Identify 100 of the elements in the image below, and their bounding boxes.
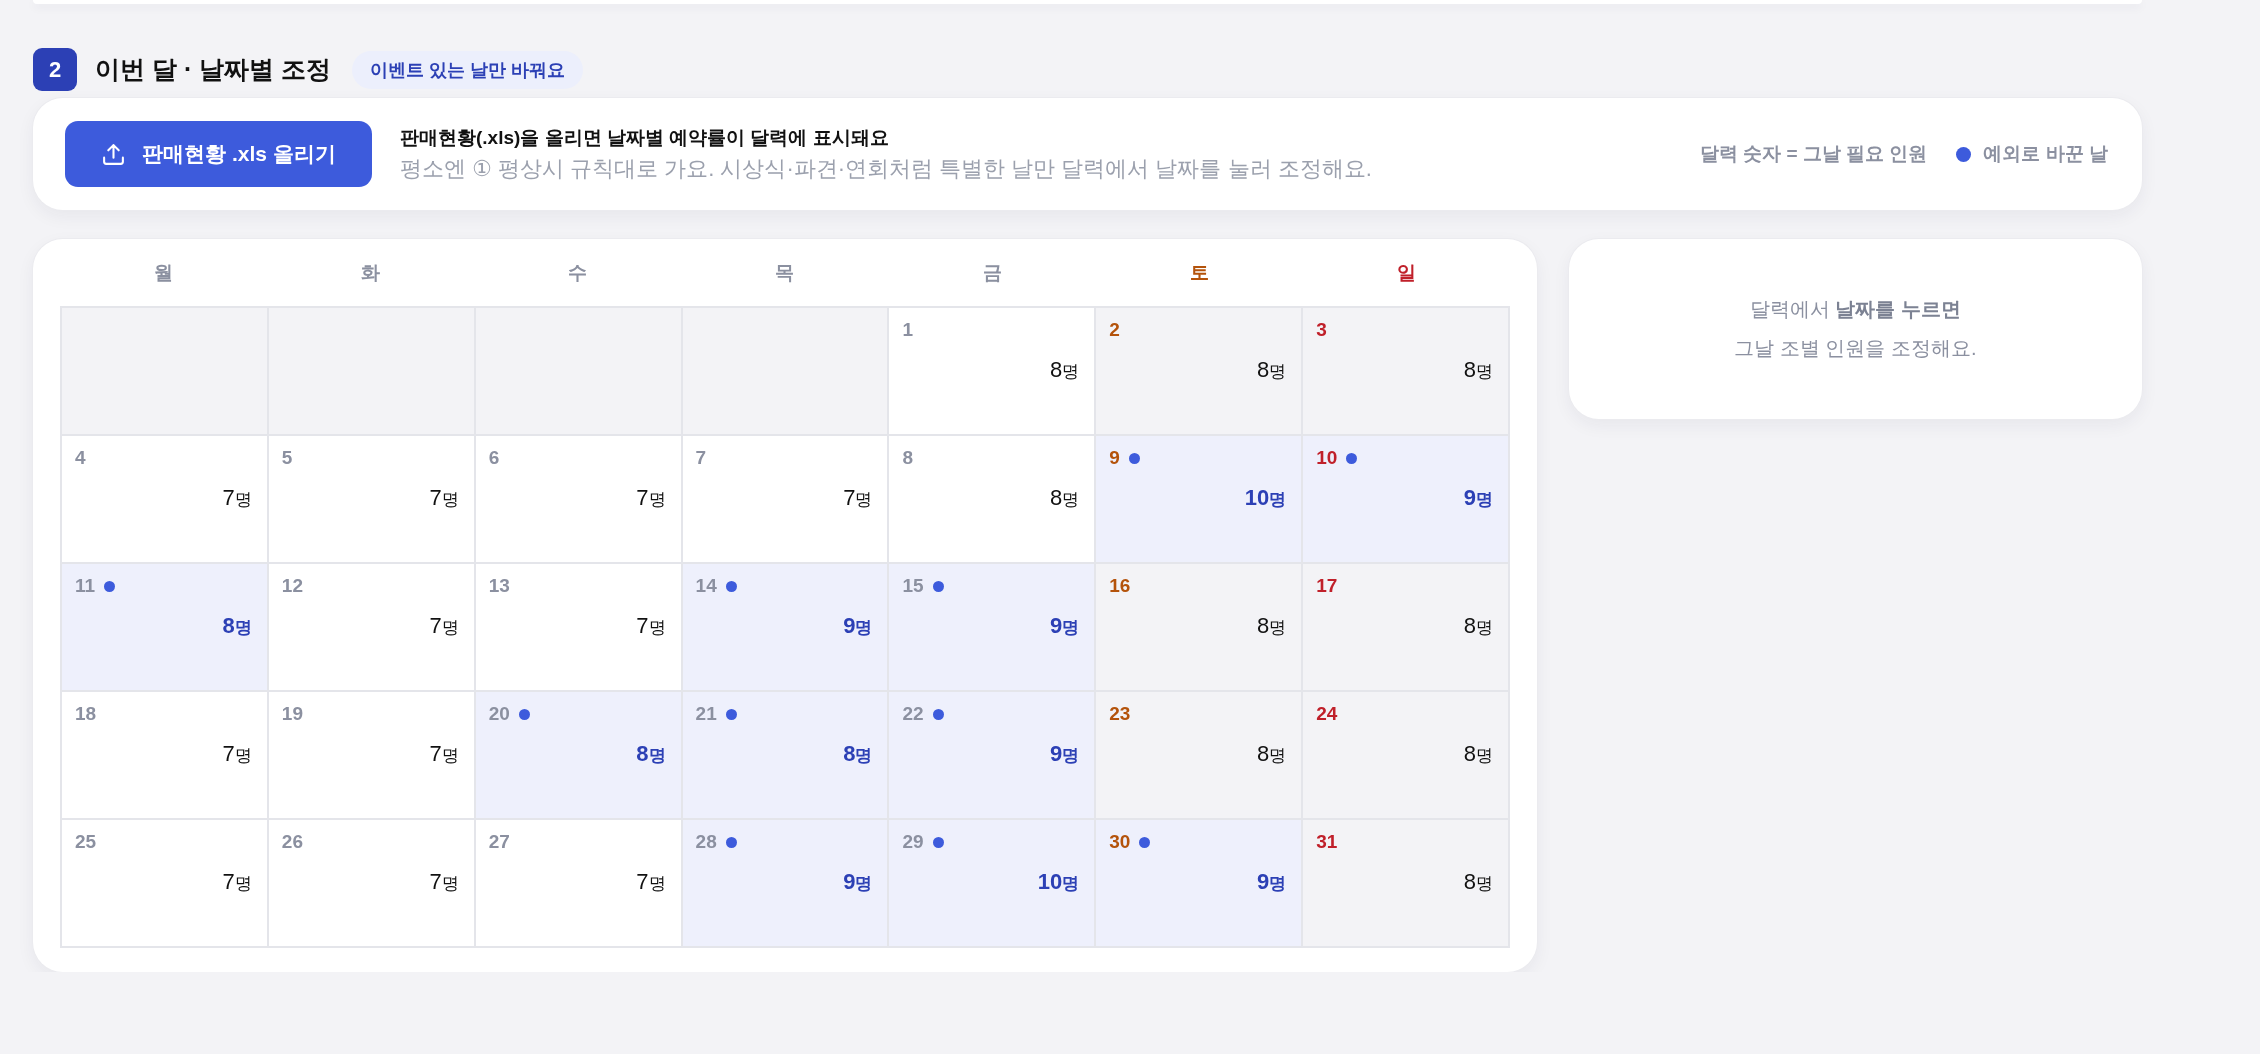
staff-count: 8명 [1256,612,1287,640]
calendar-day-cell[interactable]: 26 7명 [268,820,476,948]
date-number: 17 [1316,574,1338,598]
legend-label: 달력 숫자 = 그날 필요 인원 [1699,142,1928,166]
calendar-day-cell[interactable]: 23 8명 [1096,692,1304,820]
date-number: 16 [1109,574,1131,598]
date-number: 30 [1109,830,1131,854]
staff-count: 7명 [222,740,252,768]
calendar-day-cell[interactable]: 2 8명 [1096,308,1304,436]
staff-count: 8명 [1463,612,1493,640]
date-number: 20 [488,702,510,726]
staff-count: 8명 [1463,740,1493,768]
calendar-day-cell[interactable]: 24 8명 [1303,692,1510,820]
weekday-label: 토 [1189,260,1209,285]
date-number: 7 [695,446,707,470]
calendar-day-cell[interactable]: 11 8명 [62,564,269,692]
calendar-day-cell[interactable]: 5 7명 [268,436,476,564]
weekday-label: 일 [1396,260,1416,285]
staff-count: 9명 [843,868,873,896]
date-number: 8 [902,446,913,470]
section-title: 이번 달 · 날짜별 조정 [95,54,332,85]
staff-count: 7명 [429,484,459,512]
calendar-day-cell[interactable]: 12 7명 [268,564,476,692]
upload-description: 판매현황(.xls)을 올리면 날짜별 예약률이 달력에 표시돼요 [400,125,890,150]
calendar-day-cell[interactable]: 10 9명 [1303,436,1510,564]
staff-count: 9명 [1050,612,1080,640]
staff-count: 8명 [636,740,666,768]
date-number: 23 [1109,702,1131,726]
dot-icon [104,580,116,592]
staff-count: 9명 [1463,484,1493,512]
date-number: 27 [488,830,510,854]
calendar-day-cell[interactable]: 28 9명 [682,820,890,948]
staff-count: 9명 [843,612,873,640]
date-number: 31 [1316,830,1338,854]
calendar-day-cell[interactable]: 6 7명 [475,436,683,564]
staff-count: 7명 [429,740,459,768]
date-number: 21 [695,702,717,726]
date-number: 18 [75,702,97,726]
date-number: 3 [1316,318,1327,342]
date-number: 6 [488,446,500,470]
date-number: 22 [902,702,924,726]
date-number: 10 [1316,446,1338,470]
dot-icon [725,708,737,720]
calendar-day-cell[interactable]: 14 9명 [682,564,890,692]
calendar-day-cell[interactable]: 18 7명 [62,692,269,820]
dot-icon [1139,836,1151,848]
calendar-day-cell[interactable]: 7 7명 [682,436,890,564]
staff-count: 8명 [1050,484,1080,512]
calendar-day-cell[interactable]: 8 8명 [889,436,1097,564]
staff-count: 8명 [1256,356,1287,384]
staff-count: 7명 [429,868,459,896]
calendar-day-cell[interactable]: 19 7명 [268,692,476,820]
dot-icon [518,708,530,720]
calendar-day-cell[interactable]: 21 8명 [682,692,890,820]
calendar-day-cell[interactable]: 31 8명 [1303,820,1510,948]
weekday-label: 수 [568,260,588,285]
staff-count: 8명 [1463,356,1493,384]
weekday-label: 월 [154,260,174,285]
calendar-day-cell[interactable]: 20 8명 [475,692,683,820]
calendar-day-cell[interactable]: 17 8명 [1303,564,1510,692]
usage-note: 평소엔 ① 평상시 규칙대로 가요. 시상식·파견·연회처럼 특별한 날만 달력에서 날짜를 눌러 조정해요. [400,154,1373,183]
date-number: 24 [1316,702,1338,726]
staff-count: 7명 [429,612,459,640]
dot-icon [1128,452,1140,464]
calendar-day-cell[interactable]: 30 9명 [1096,820,1304,948]
staff-count: 9명 [1256,868,1287,896]
upload-button[interactable]: 판매현황 .xls 올리기 [65,121,372,187]
calendar-day-cell[interactable]: 3 8명 [1303,308,1510,436]
calendar-day-cell[interactable]: 29 10명 [889,820,1097,948]
date-number: 14 [695,574,717,598]
calendar-day-cell[interactable]: 16 8명 [1096,564,1304,692]
dot-icon [932,836,944,848]
staff-count: 7명 [843,484,873,512]
date-number: 4 [75,446,86,470]
calendar-day-cell[interactable]: 4 7명 [62,436,269,564]
calendar-day-cell[interactable]: 22 9명 [889,692,1097,820]
date-number: 13 [488,574,510,598]
date-number: 2 [1109,318,1120,342]
calendar-day-cell[interactable]: 25 7명 [62,820,269,948]
calendar-day-cell[interactable]: 1 8명 [889,308,1097,436]
dot-icon [932,580,944,592]
staff-count: 10명 [1244,484,1287,512]
staff-count: 8명 [222,612,252,640]
date-number: 25 [75,830,97,854]
date-number: 9 [1109,446,1120,470]
hint-tag: 이벤트 있는 날만 바꿔요 [352,50,584,89]
calendar-day-cell[interactable]: 9 10명 [1096,436,1304,564]
calendar-day-cell[interactable]: 27 7명 [475,820,683,948]
step-number: 2 [33,48,77,91]
dot-icon [1346,452,1358,464]
dot-icon [725,580,737,592]
calendar-day-cell[interactable]: 15 9명 [889,564,1097,692]
calendar-day-cell[interactable]: 13 7명 [475,564,683,692]
staff-count: 7명 [222,484,252,512]
upload-icon [101,141,127,167]
date-number: 1 [902,318,913,342]
staff-count: 7명 [636,612,666,640]
staff-count: 7명 [636,484,666,512]
date-number: 28 [695,830,717,854]
weekday-label: 목 [775,260,795,285]
